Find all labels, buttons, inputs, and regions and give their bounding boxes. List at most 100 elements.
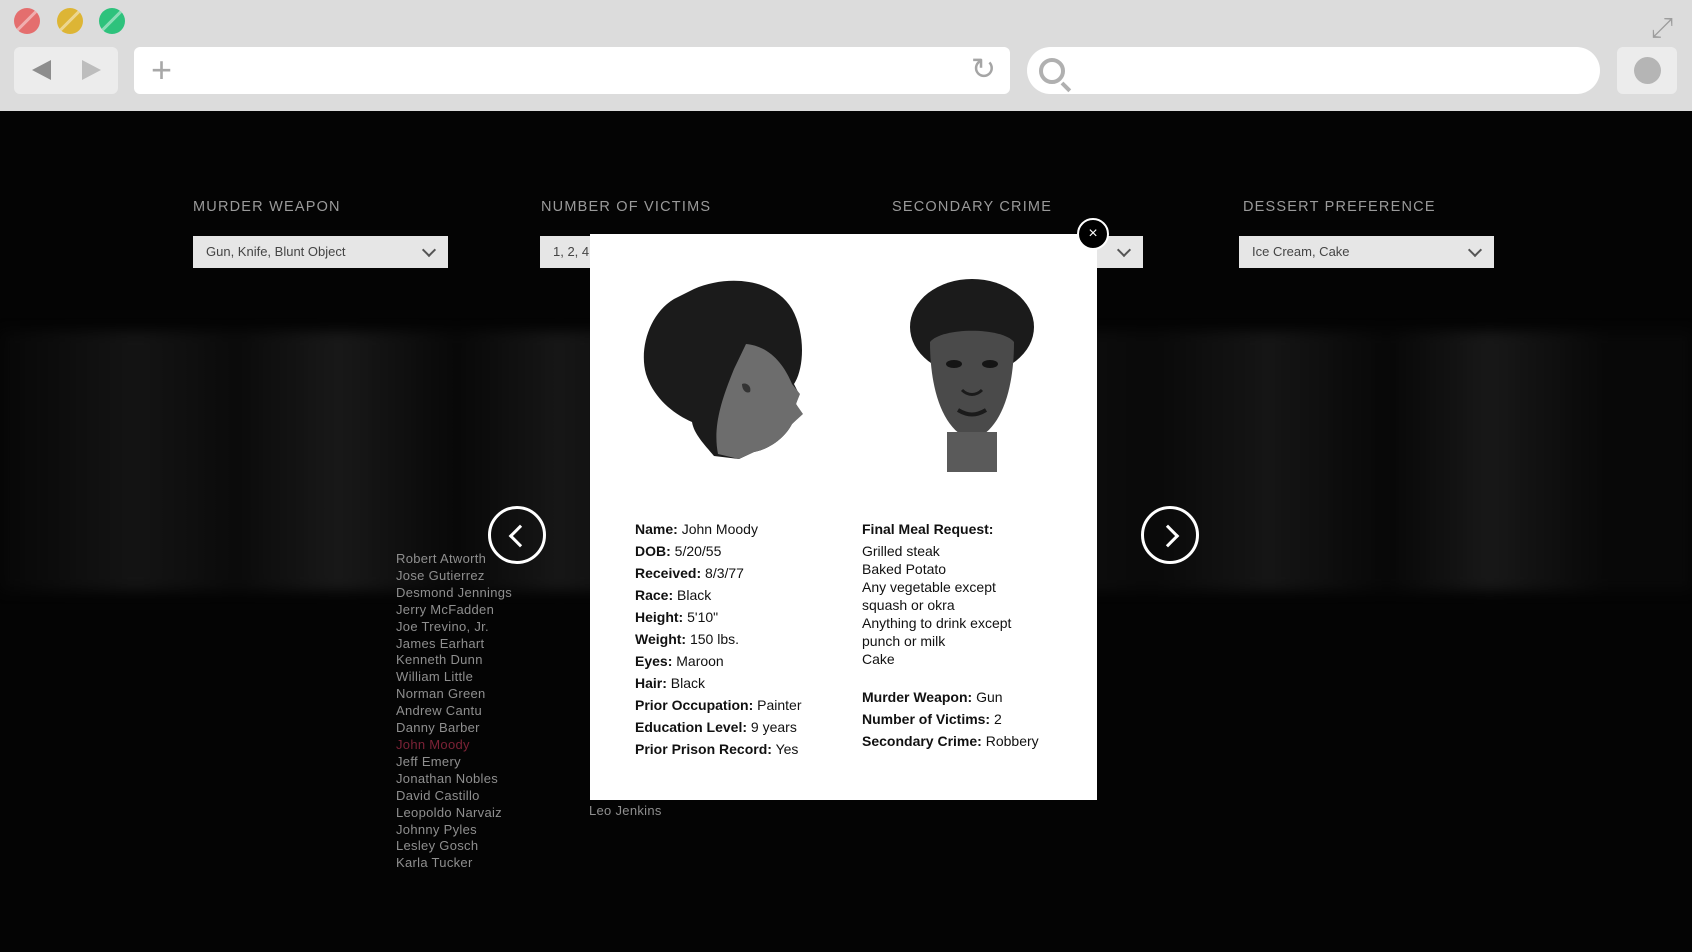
- back-arrow-icon[interactable]: [32, 60, 51, 80]
- detail-label: Number of Victims:: [862, 711, 991, 727]
- detail-row-murder-weapon: Murder Weapon: Gun: [862, 686, 1039, 708]
- inmate-name-link[interactable]: David Castillo: [396, 788, 512, 805]
- detail-value: John Moody: [681, 521, 758, 537]
- detail-label: Prior Occupation:: [635, 697, 754, 713]
- forward-arrow-icon[interactable]: [82, 60, 101, 80]
- chevron-down-icon: [1467, 242, 1483, 258]
- inmate-name-link[interactable]: Danny Barber: [396, 720, 512, 737]
- browser-chrome: ⤢ + ↻: [0, 0, 1692, 111]
- window-maximize-button[interactable]: [99, 8, 125, 34]
- detail-row-weight: Weight: 150 lbs.: [635, 628, 801, 650]
- detail-row-received: Received: 8/3/77: [635, 562, 801, 584]
- detail-value: 9 years: [750, 719, 797, 735]
- detail-value: Robbery: [985, 733, 1039, 749]
- inmate-name-link[interactable]: Desmond Jennings: [396, 585, 512, 602]
- detail-label: Hair:: [635, 675, 667, 691]
- inmate-name-link[interactable]: Norman Green: [396, 686, 512, 703]
- filter-label-number-of-victims: NUMBER OF VICTIMS: [541, 199, 712, 215]
- inmate-name-link-active[interactable]: John Moody: [396, 737, 512, 754]
- inmate-name-link[interactable]: Lesley Gosch: [396, 838, 512, 855]
- inmate-name-link[interactable]: Leo Jenkins: [589, 803, 662, 818]
- detail-row-dob: DOB: 5/20/55: [635, 540, 801, 562]
- detail-label: Race:: [635, 587, 674, 603]
- detail-row-name: Name: John Moody: [635, 518, 801, 540]
- inmate-detail-modal: Name: John Moody DOB: 5/20/55 Received: …: [590, 234, 1097, 800]
- nav-buttons: [14, 47, 118, 94]
- meal-item: Any vegetable except: [862, 579, 996, 595]
- detail-value: 150 lbs.: [689, 631, 740, 647]
- detail-row-number-of-victims: Number of Victims: 2: [862, 708, 1039, 730]
- detail-label: Received:: [635, 565, 702, 581]
- meal-item: Anything to drink except: [862, 615, 1012, 631]
- filter-select-dessert-preference[interactable]: Ice Cream, Cake: [1239, 236, 1494, 268]
- detail-row-secondary-crime: Secondary Crime: Robbery: [862, 730, 1039, 752]
- inmate-name-link[interactable]: Johnny Pyles: [396, 822, 512, 839]
- detail-label: Name:: [635, 521, 678, 537]
- detail-row-hair: Hair: Black: [635, 672, 801, 694]
- address-bar[interactable]: + ↻: [134, 47, 1010, 94]
- final-meal-heading: Final Meal Request:: [862, 518, 1039, 540]
- detail-value: 2: [994, 711, 1002, 727]
- profile-button[interactable]: [1617, 47, 1677, 94]
- inmate-name-link[interactable]: Joe Trevino, Jr.: [396, 619, 512, 636]
- fullscreen-icon[interactable]: ⤢: [1646, 12, 1678, 44]
- meal-item: Cake: [862, 651, 895, 667]
- filter-value: 1, 2, 4: [553, 244, 590, 259]
- filter-label-dessert-preference: DESSERT PREFERENCE: [1243, 199, 1436, 215]
- detail-row-prior-occupation: Prior Occupation: Painter: [635, 694, 801, 716]
- chevron-right-icon[interactable]: [1141, 506, 1199, 564]
- detail-value: Yes: [775, 741, 799, 757]
- close-icon[interactable]: ×: [1077, 218, 1109, 250]
- mugshot-front-image: [910, 279, 1034, 472]
- inmate-name-link[interactable]: Leopoldo Narvaiz: [396, 805, 512, 822]
- detail-row-prior-prison-record: Prior Prison Record: Yes: [635, 738, 801, 760]
- filter-value: Gun, Knife, Blunt Object: [206, 244, 346, 259]
- detail-label: Murder Weapon:: [862, 689, 973, 705]
- reload-icon[interactable]: ↻: [971, 53, 996, 87]
- detail-label: Height:: [635, 609, 684, 625]
- inmate-name-link[interactable]: Jeff Emery: [396, 754, 512, 771]
- detail-row-height: Height: 5'10": [635, 606, 801, 628]
- detail-label: Secondary Crime:: [862, 733, 982, 749]
- inmate-name-link[interactable]: Jose Gutierrez: [396, 568, 512, 585]
- meal-item: squash or okra: [862, 597, 955, 613]
- detail-value: 5/20/55: [674, 543, 722, 559]
- filter-select-murder-weapon[interactable]: Gun, Knife, Blunt Object: [193, 236, 448, 268]
- detail-label: Eyes:: [635, 653, 673, 669]
- inmate-name-link[interactable]: Kenneth Dunn: [396, 652, 512, 669]
- inmate-name-link[interactable]: Andrew Cantu: [396, 703, 512, 720]
- detail-value: Black: [677, 587, 712, 603]
- filter-label-secondary-crime: SECONDARY CRIME: [892, 199, 1053, 215]
- detail-label: Weight:: [635, 631, 687, 647]
- new-tab-icon[interactable]: +: [151, 51, 172, 89]
- inmate-name-link[interactable]: Jerry McFadden: [396, 602, 512, 619]
- meal-item: punch or milk: [862, 633, 946, 649]
- window-close-button[interactable]: [14, 8, 40, 34]
- detail-label: Prior Prison Record:: [635, 741, 772, 757]
- chevron-down-icon: [1116, 242, 1132, 258]
- inmate-name-link[interactable]: Jonathan Nobles: [396, 771, 512, 788]
- filter-label-murder-weapon: MURDER WEAPON: [193, 199, 341, 215]
- inmate-name-link[interactable]: Karla Tucker: [396, 855, 512, 872]
- chevron-left-icon[interactable]: [488, 506, 546, 564]
- detail-row-eyes: Eyes: Maroon: [635, 650, 801, 672]
- detail-value: Black: [670, 675, 706, 691]
- filter-value: Ice Cream, Cake: [1252, 244, 1350, 259]
- window-minimize-button[interactable]: [57, 8, 83, 34]
- detail-value: Painter: [757, 697, 802, 713]
- mugshot-profile-image: [643, 280, 803, 459]
- detail-label: Education Level:: [635, 719, 748, 735]
- detail-value: Gun: [976, 689, 1003, 705]
- avatar: [1634, 57, 1661, 84]
- inmate-name-list: Robert Atworth Jose Gutierrez Desmond Je…: [396, 551, 512, 872]
- inmate-name-link[interactable]: James Earhart: [396, 636, 512, 653]
- final-meal-label: Final Meal Request:: [862, 521, 994, 537]
- final-meal-section: Final Meal Request: Grilled steak Baked …: [862, 518, 1039, 752]
- search-bar[interactable]: [1027, 47, 1600, 94]
- meal-item: Baked Potato: [862, 561, 947, 577]
- inmate-name-link[interactable]: William Little: [396, 669, 512, 686]
- detail-value: Maroon: [676, 653, 724, 669]
- detail-value: 5'10": [687, 609, 719, 625]
- detail-row-education-level: Education Level: 9 years: [635, 716, 801, 738]
